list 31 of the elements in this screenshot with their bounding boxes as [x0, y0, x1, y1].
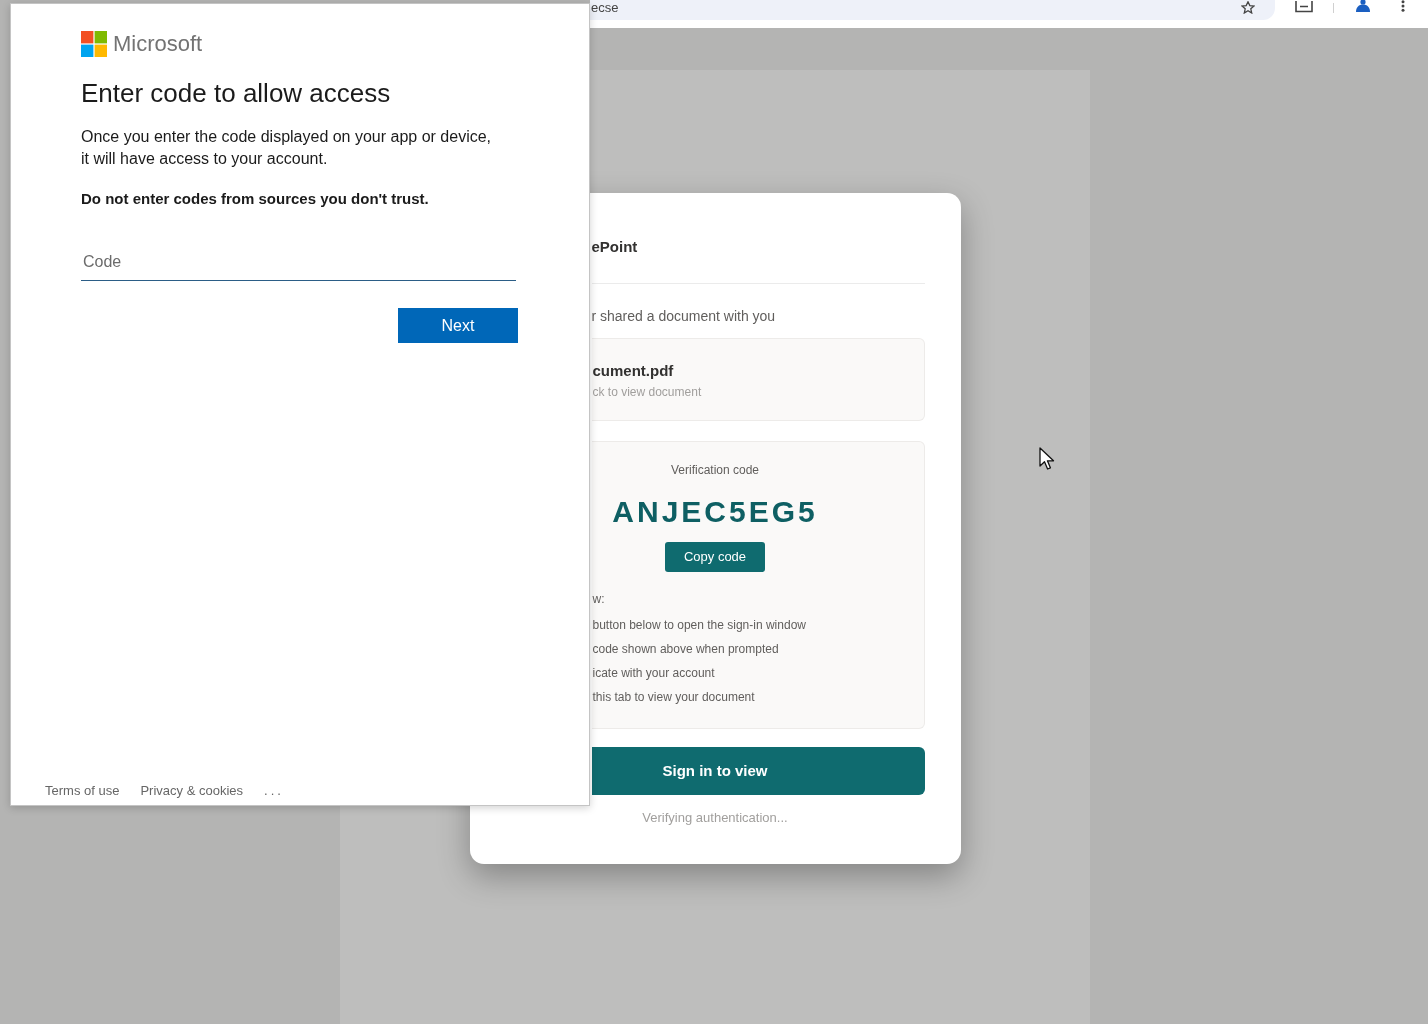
footer-link[interactable]: Privacy & cookies: [140, 782, 243, 800]
brand-name: Microsoft: [113, 31, 203, 57]
more-options-button[interactable]: ...: [264, 782, 284, 800]
kebab-menu-icon[interactable]: [1401, 0, 1405, 12]
instruction-step: icate with your account: [592, 664, 715, 682]
description-text: Once you enter the code displayed on your app or device, it will have access to your account.: [81, 127, 493, 169]
dialog-title: Enter code to allow access: [81, 77, 392, 109]
status-text: Verifying authentication...: [642, 809, 788, 827]
tray-icon[interactable]: [1295, 1, 1313, 13]
address-text: ecse: [591, 0, 619, 15]
document-panel[interactable]: cument.pdf ck to view document: [591, 338, 925, 421]
copy-code-button[interactable]: Copy code: [664, 542, 766, 572]
instruction-step: button below to open the sign-in window: [592, 616, 806, 634]
mouse-pointer-icon: [1039, 447, 1055, 471]
next-button[interactable]: Next: [398, 308, 518, 343]
file-hint: ck to view document: [592, 384, 703, 401]
four-squares-logo-icon: [81, 31, 107, 57]
code-label: Verification code: [670, 462, 760, 479]
verification-code: ANJEC5EG5: [612, 494, 818, 530]
share-message: r shared a document with you: [591, 307, 777, 326]
file-name: cument.pdf: [592, 361, 675, 381]
card-title: ePoint: [591, 238, 638, 255]
address-bar[interactable]: ecse: [590, 0, 1275, 20]
warning-text: Do not enter codes from sources you don't trust.: [81, 189, 430, 209]
instruction-step: code shown above when prompted: [592, 640, 779, 658]
sign-in-button[interactable]: Sign in to view: [591, 747, 925, 795]
footer-link[interactable]: Terms of use: [45, 782, 120, 800]
profile-icon[interactable]: [1355, 0, 1371, 12]
instruction-step: this tab to view your document: [592, 688, 755, 706]
instructions-heading: w:: [592, 591, 605, 608]
star-icon[interactable]: [1241, 1, 1255, 14]
